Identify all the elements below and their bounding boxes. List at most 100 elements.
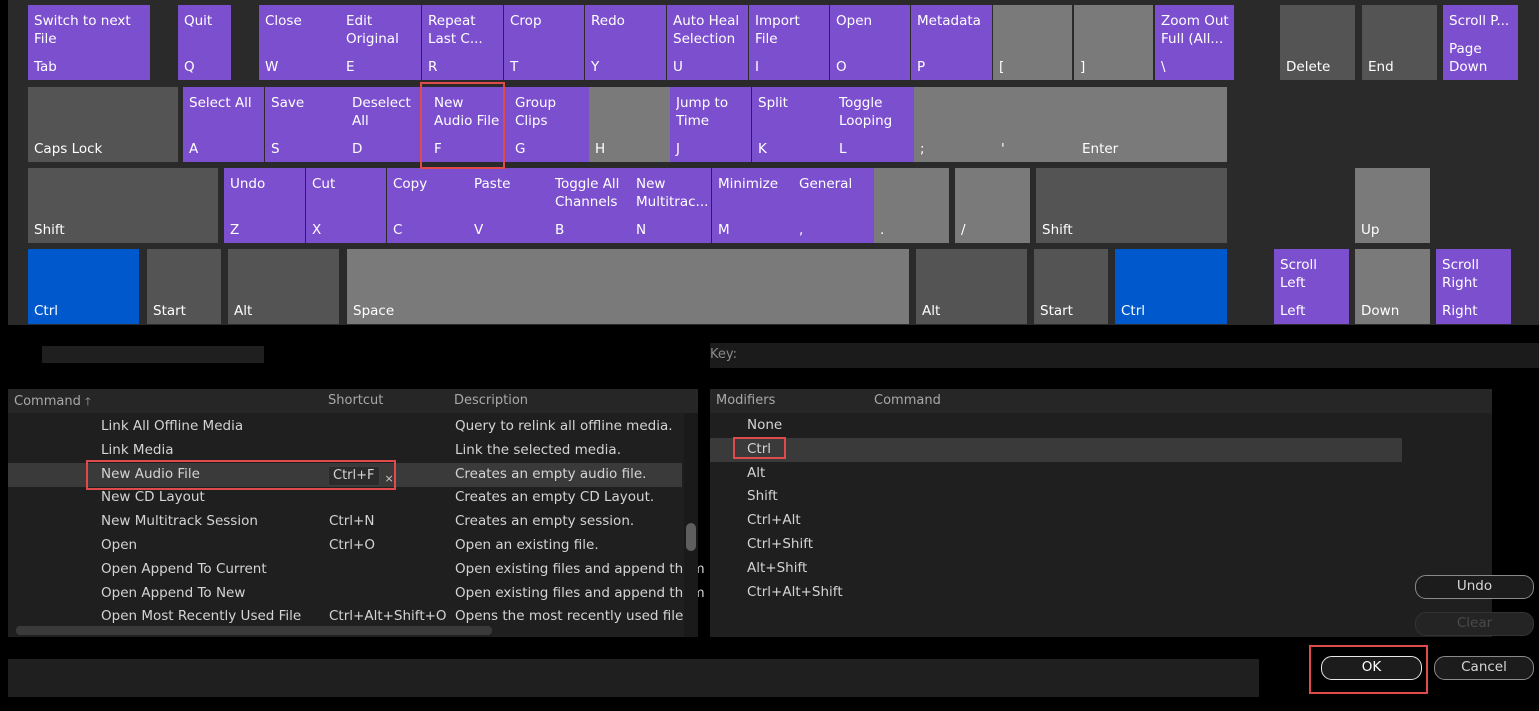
key-k[interactable]: Split K <box>752 87 833 162</box>
modifier-row[interactable]: Ctrl+Alt+Shift <box>710 581 1402 605</box>
key-i[interactable]: Import File I <box>749 5 829 80</box>
key-g[interactable]: Group Clips G <box>509 87 590 162</box>
key-n[interactable]: New Multitrac... N <box>630 168 711 243</box>
search-input[interactable] <box>42 346 264 363</box>
modifier-row[interactable]: Ctrl+Alt <box>710 509 1402 533</box>
modifier-row[interactable]: Alt <box>710 462 1402 486</box>
key-sym[interactable]: ] <box>1074 5 1153 80</box>
column-header-modifiers[interactable]: Modifiers <box>716 393 775 408</box>
scrollbar-thumb[interactable] <box>686 523 696 551</box>
key-label: Ctrl <box>34 303 59 319</box>
key-l[interactable]: Toggle Looping L <box>833 87 914 162</box>
key-page-down[interactable]: Scroll P... Page Down <box>1443 5 1518 80</box>
modifier-row[interactable]: None <box>710 414 1402 438</box>
key-s[interactable]: Save S <box>265 87 346 162</box>
key-f[interactable]: New Audio File F <box>428 87 509 162</box>
modifier-row[interactable]: Ctrl <box>710 437 1402 462</box>
column-header-command[interactable]: Command 🡑 <box>14 393 91 412</box>
key-j[interactable]: Jump to Time J <box>670 87 751 162</box>
key-label: \ <box>1161 59 1166 75</box>
key-tab[interactable]: Switch to next File Tab <box>28 5 150 80</box>
key-shift[interactable]: Shift <box>1036 168 1227 243</box>
key-right[interactable]: Scroll Right Right <box>1436 249 1511 324</box>
key-e[interactable]: Edit Original E <box>340 5 421 80</box>
key-sym[interactable]: ; <box>914 87 995 162</box>
key-label: D <box>352 141 363 157</box>
key-sym[interactable]: . <box>874 168 949 243</box>
key-command-label: General <box>799 176 853 192</box>
sort-ascending-icon: 🡑 <box>84 395 91 408</box>
command-name: New Audio File <box>101 465 200 482</box>
key-up[interactable]: Up <box>1355 168 1430 243</box>
key-r[interactable]: Repeat Last C... R <box>422 5 503 80</box>
key-u[interactable]: Auto Heal Selection U <box>667 5 748 80</box>
table-row[interactable]: Open Ctrl+O Open an existing file. <box>8 534 682 558</box>
key-h[interactable]: H <box>589 87 670 162</box>
column-header-description[interactable]: Description <box>454 393 528 408</box>
key-m[interactable]: Minimize M <box>712 168 793 243</box>
modifier-row[interactable]: Ctrl+Shift <box>710 533 1402 557</box>
undo-button[interactable]: Undo <box>1415 575 1534 599</box>
modifier-row[interactable]: Shift <box>710 485 1402 509</box>
key-d[interactable]: Deselect All D <box>346 87 428 162</box>
key-end[interactable]: End <box>1362 5 1437 80</box>
command-name: Open Append To New <box>101 584 246 601</box>
key-label: Y <box>591 59 600 75</box>
key-y[interactable]: Redo Y <box>585 5 666 80</box>
key-p[interactable]: Metadata P <box>911 5 992 80</box>
key-sym[interactable]: [ <box>993 5 1072 80</box>
vertical-scrollbar[interactable] <box>684 413 698 637</box>
modifier-label: Ctrl+Alt+Shift <box>747 583 843 600</box>
key-caps-lock[interactable]: Caps Lock <box>28 87 178 162</box>
key-ctrl[interactable]: Ctrl <box>28 249 139 324</box>
key-delete[interactable]: Delete <box>1280 5 1355 80</box>
remove-shortcut-icon[interactable]: × <box>385 470 394 488</box>
shortcut-chip[interactable]: Ctrl+F × <box>328 465 394 486</box>
key-x[interactable]: Cut X <box>306 168 386 243</box>
key-o[interactable]: Open O <box>830 5 910 80</box>
key-ctrl[interactable]: Ctrl <box>1115 249 1227 324</box>
table-row[interactable]: New Multitrack Session Ctrl+N Creates an e… <box>8 510 682 534</box>
clear-button[interactable]: Clear <box>1415 612 1534 636</box>
column-header-shortcut[interactable]: Shortcut <box>328 393 383 408</box>
key-space[interactable]: Space <box>347 249 909 324</box>
key-start[interactable]: Start <box>1034 249 1108 324</box>
table-row[interactable]: Link All Offline Media Query to relink al… <box>8 415 682 439</box>
key-sym[interactable]: / <box>955 168 1030 243</box>
table-row[interactable]: Link Media Link the selected media. <box>8 439 682 463</box>
key-c[interactable]: Copy C <box>387 168 468 243</box>
key-shift[interactable]: Shift <box>28 168 218 243</box>
key-sym[interactable]: Zoom Out Full (All... \ <box>1155 5 1234 80</box>
key-command-label: Redo <box>591 13 625 29</box>
key-label: Down <box>1361 303 1400 319</box>
modifier-row[interactable]: Alt+Shift <box>710 557 1402 581</box>
key-v[interactable]: Paste V <box>468 168 549 243</box>
key-b[interactable]: Toggle All Channels B <box>549 168 630 243</box>
key-a[interactable]: Select All A <box>183 87 264 162</box>
key-alt[interactable]: Alt <box>916 249 1027 324</box>
ok-button[interactable]: OK <box>1321 656 1422 680</box>
key-down[interactable]: Down <box>1355 249 1430 324</box>
table-row[interactable]: Open Append To Current Open existing file… <box>8 558 705 582</box>
key-sym[interactable]: ' <box>995 87 1076 162</box>
key-alt[interactable]: Alt <box>228 249 339 324</box>
key-t[interactable]: Crop T <box>504 5 584 80</box>
table-row[interactable]: New Audio File Ctrl+F × Creates an empty au… <box>8 462 682 487</box>
key-z[interactable]: Undo Z <box>224 168 305 243</box>
table-row[interactable]: Open Append To New Open existing files an… <box>8 582 705 606</box>
key-label: R <box>428 59 438 75</box>
key-enter[interactable]: Enter <box>1076 87 1227 162</box>
key-label: Left <box>1280 303 1306 319</box>
column-header-mod-command[interactable]: Command <box>874 393 941 408</box>
key-left[interactable]: Scroll Left Left <box>1274 249 1349 324</box>
horizontal-scrollbar[interactable] <box>16 626 492 635</box>
cancel-button[interactable]: Cancel <box>1434 656 1534 680</box>
key-start[interactable]: Start <box>147 249 221 324</box>
key-label: M <box>718 222 730 238</box>
table-row[interactable]: New CD Layout Creates an empty CD Layout. <box>8 486 682 510</box>
key-command-label: Zoom Out Full (All... <box>1161 13 1229 47</box>
key-w[interactable]: Close W <box>259 5 340 80</box>
key-sym[interactable]: General, <box>793 168 874 243</box>
key-q[interactable]: Quit Q <box>178 5 231 80</box>
shortcut-text: Ctrl+Alt+Shift+O <box>329 608 447 625</box>
